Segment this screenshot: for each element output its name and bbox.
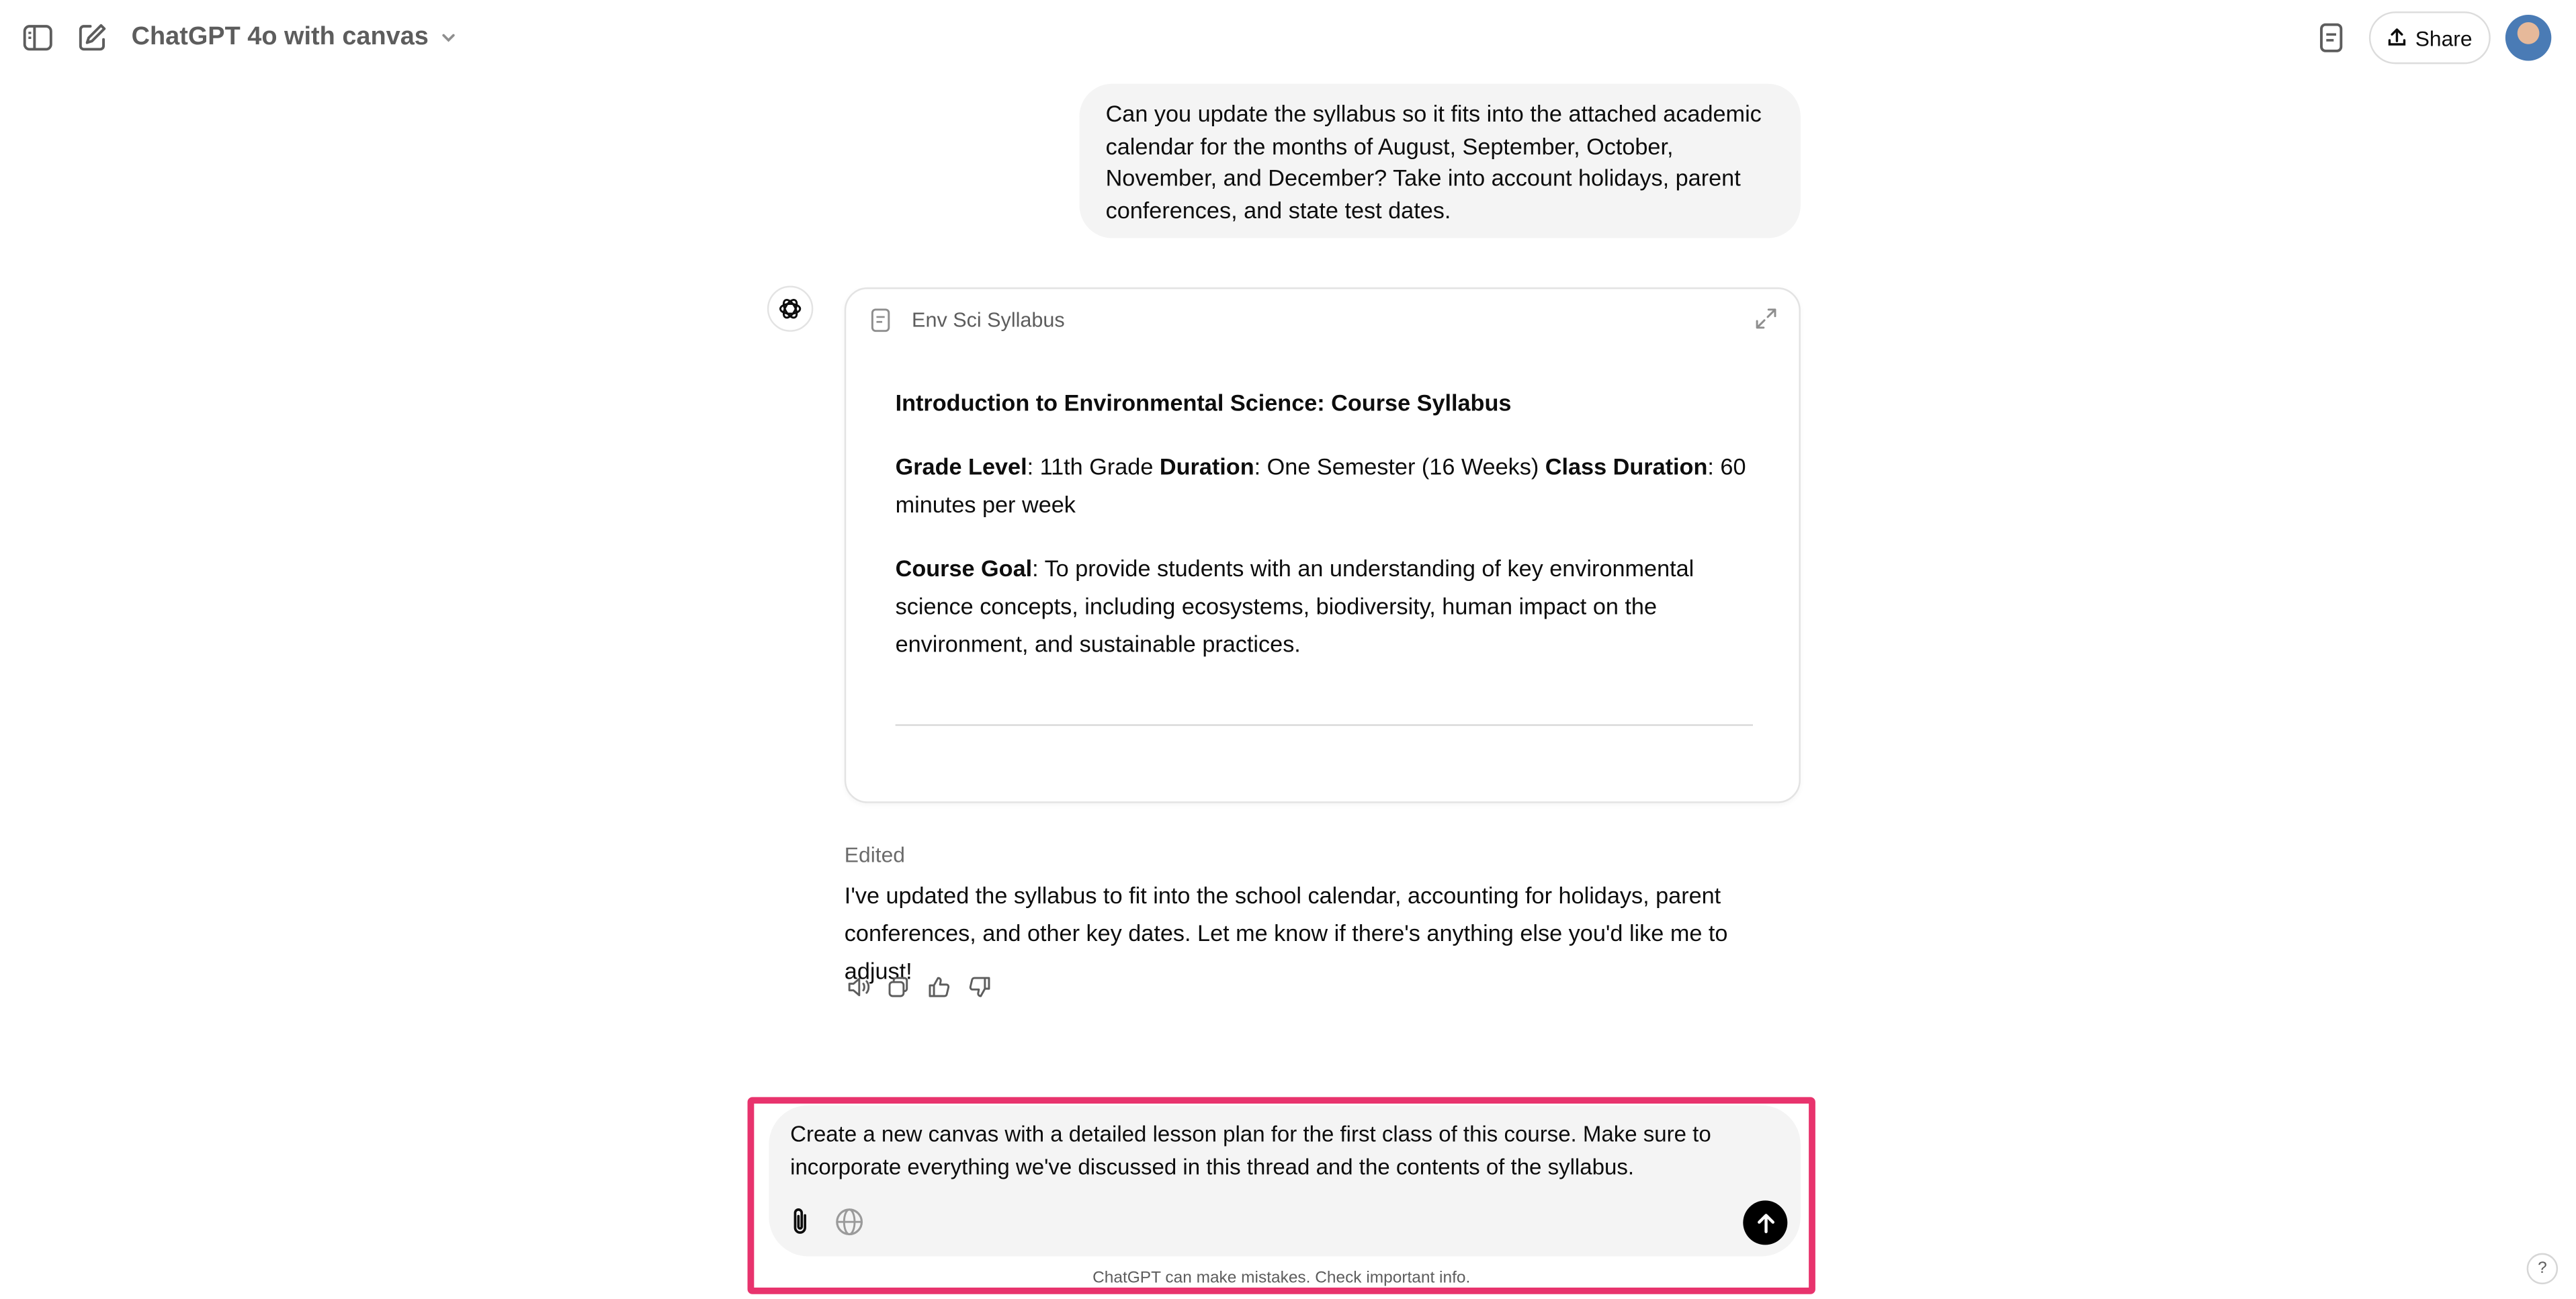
model-title: ChatGPT 4o with canvas: [131, 23, 429, 51]
course-goal-label: Course Goal: [895, 555, 1033, 582]
syllabus-heading: Introduction to Environmental Science: C…: [895, 389, 1512, 416]
divider: [895, 724, 1753, 726]
help-button[interactable]: ?: [2526, 1253, 2559, 1285]
canvas-content: Introduction to Environmental Science: C…: [896, 384, 1753, 690]
expand-icon[interactable]: [1753, 306, 1779, 332]
message-composer[interactable]: Create a new canvas with a detailed less…: [769, 1105, 1801, 1257]
globe-icon[interactable]: [833, 1206, 866, 1239]
sidebar-toggle-icon: [23, 25, 52, 51]
prompt-input[interactable]: Create a new canvas with a detailed less…: [790, 1118, 1743, 1184]
thumbs-down-icon: [969, 977, 990, 997]
dislike-button[interactable]: [964, 973, 994, 1002]
class-duration-label: Class Duration: [1545, 453, 1708, 480]
duration-label: Duration: [1159, 453, 1254, 480]
chat-page: ChatGPT 4o with canvas Share Can you upd…: [0, 0, 2576, 1299]
document-icon: [871, 308, 890, 332]
duration-value: : One Semester (16 Weeks): [1254, 453, 1545, 480]
paperclip-icon[interactable]: [785, 1206, 815, 1239]
send-button[interactable]: [1743, 1200, 1788, 1245]
share-button[interactable]: Share: [2368, 11, 2491, 64]
share-label: Share: [2415, 25, 2473, 50]
grade-level-label: Grade Level: [895, 453, 1027, 480]
canvas-button[interactable]: [2313, 19, 2350, 56]
openai-logo-icon: [779, 298, 802, 319]
disclaimer: ChatGPT can make mistakes. Check importa…: [1092, 1269, 1471, 1288]
speaker-icon: [848, 977, 870, 997]
avatar[interactable]: [2505, 15, 2552, 61]
sidebar-toggle-button[interactable]: [19, 19, 56, 56]
syllabus-meta: Grade Level: 11th Grade Duration: One Se…: [896, 449, 1753, 524]
copy-button[interactable]: [884, 973, 913, 1002]
chevron-down-icon: [442, 34, 455, 42]
compose-icon: [79, 24, 106, 51]
upload-icon: [2389, 28, 2406, 46]
new-chat-button[interactable]: [74, 19, 110, 56]
syllabus-goal: Course Goal: To provide students with an…: [896, 550, 1753, 664]
document-icon: [2320, 23, 2343, 52]
edited-label: Edited: [844, 842, 905, 868]
like-button[interactable]: [925, 973, 955, 1002]
canvas-title: Env Sci Syllabus: [912, 308, 1065, 332]
copy-icon: [888, 977, 908, 997]
user-message: Can you update the syllabus so it fits i…: [1079, 83, 1801, 238]
canvas-card[interactable]: Env Sci Syllabus Introduction to Environ…: [844, 287, 1801, 803]
arrow-up-icon: [1756, 1212, 1774, 1233]
read-aloud-button[interactable]: [845, 973, 874, 1002]
assistant-avatar: [767, 285, 814, 332]
grade-level-value: : 11th Grade: [1027, 453, 1160, 480]
thumbs-up-icon: [929, 977, 950, 997]
model-selector[interactable]: ChatGPT 4o with canvas: [132, 21, 458, 54]
